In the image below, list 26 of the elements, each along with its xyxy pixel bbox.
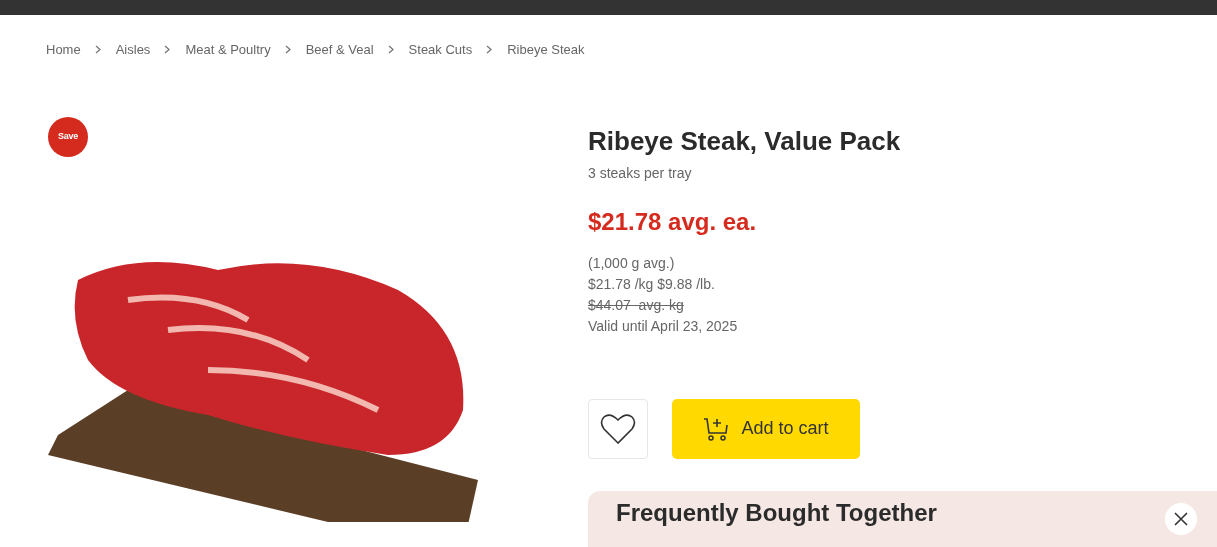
breadcrumb-link[interactable]: Aisles	[115, 40, 151, 60]
chevron-icon	[486, 45, 494, 55]
breadcrumb-link[interactable]: Steak Cuts	[408, 40, 473, 60]
product-title: Ribeye Steak, Value Pack	[588, 125, 902, 157]
panel-title: Frequently Bought Together	[616, 498, 937, 528]
add-to-cart-button[interactable]: Add to cart	[672, 398, 860, 459]
price-detail: $21.78 /kg $9.88 /lb.	[588, 274, 716, 294]
breadcrumb-link[interactable]: Ribeye Steak	[507, 40, 585, 60]
chevron-icon	[94, 45, 102, 55]
heart-icon	[600, 412, 636, 445]
chevron-icon	[164, 45, 172, 55]
chevron-icon	[284, 45, 292, 55]
original-price: $44.07 avg. kg	[588, 295, 685, 315]
close-icon	[1174, 511, 1188, 526]
cart-plus-icon	[703, 416, 730, 441]
chevron-icon	[387, 45, 395, 55]
close-button[interactable]	[1165, 502, 1197, 535]
product-price: $21.78 avg. ea.	[588, 206, 758, 237]
product-subtitle: 3 steaks per tray	[588, 163, 693, 183]
breadcrumb-link[interactable]: Home	[46, 40, 81, 60]
price-detail: (1,000 g avg.)	[588, 253, 676, 273]
price-detail: Valid until April 23, 2025	[588, 316, 739, 336]
breadcrumb-link[interactable]: Beef & Veal	[305, 40, 374, 60]
wishlist-button[interactable]	[588, 398, 648, 459]
save-badge: Save	[48, 116, 88, 157]
breadcrumb-link[interactable]: Meat & Poultry	[185, 40, 271, 60]
